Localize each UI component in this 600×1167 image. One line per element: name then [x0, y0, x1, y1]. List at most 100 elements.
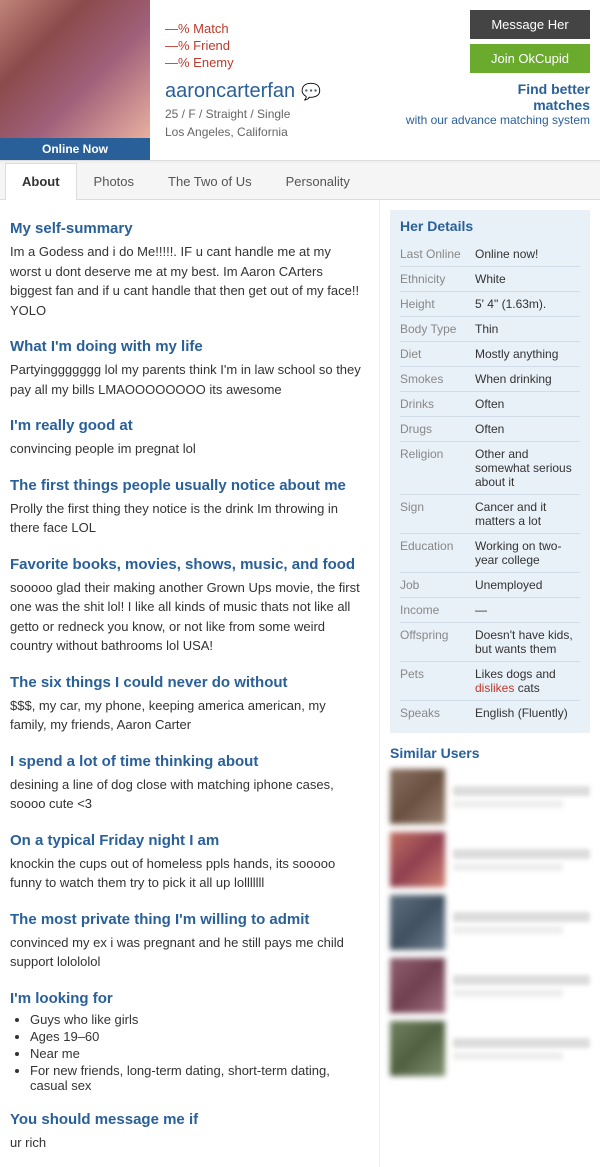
similar-user-info [453, 975, 590, 997]
detail-label: Speaks [400, 706, 475, 720]
detail-label: Last Online [400, 247, 475, 261]
section-friday-title: On a typical Friday night I am [10, 832, 364, 849]
detail-value: — [475, 603, 580, 617]
list-item: Ages 19–60 [30, 1029, 364, 1044]
looking-for-list: Guys who like girls Ages 19–60 Near me F… [10, 1012, 364, 1093]
similar-user-detail [453, 800, 563, 808]
detail-row-job: Job Unemployed [400, 573, 580, 598]
section-good-at-title: I'm really good at [10, 417, 364, 434]
similar-user-item[interactable] [390, 895, 590, 950]
username: aaroncarterfan [165, 80, 295, 103]
dislikes-text: dislikes [475, 681, 514, 695]
similar-user-detail [453, 989, 563, 997]
section-good-at-body: convincing people im pregnat lol [10, 439, 364, 459]
section-private-body: convinced my ex i was pregnant and he st… [10, 933, 364, 972]
detail-label: Job [400, 578, 475, 592]
right-column: Her Details Last Online Online now! Ethn… [380, 200, 600, 1167]
detail-value: Other and somewhat serious about it [475, 447, 580, 489]
find-better-title: Find better matches [406, 81, 590, 113]
friend-percent: —% Friend [165, 38, 381, 53]
age-gender-orientation: 25 / F / Straight / Single [165, 107, 381, 121]
detail-row-drugs: Drugs Often [400, 417, 580, 442]
find-better-detail: with our advance matching system [406, 113, 590, 127]
detail-label: Pets [400, 667, 475, 695]
section-message-if-body: ur rich [10, 1133, 364, 1153]
section-self-summary-title: My self-summary [10, 220, 364, 237]
detail-value: 5' 4" (1.63m). [475, 297, 580, 311]
detail-label: Drinks [400, 397, 475, 411]
detail-label: Religion [400, 447, 475, 489]
detail-label: Income [400, 603, 475, 617]
detail-row-speaks: Speaks English (Fluently) [400, 701, 580, 725]
tab-bar: About Photos The Two of Us Personality [0, 163, 600, 200]
detail-label: Ethnicity [400, 272, 475, 286]
detail-row-sign: Sign Cancer and it matters a lot [400, 495, 580, 534]
similar-user-name [453, 912, 590, 922]
join-button[interactable]: Join OkCupid [470, 44, 590, 73]
detail-value: When drinking [475, 372, 580, 386]
tab-personality[interactable]: Personality [269, 163, 367, 199]
similar-user-name [453, 849, 590, 859]
detail-row-income: Income — [400, 598, 580, 623]
section-favorites-title: Favorite books, movies, shows, music, an… [10, 556, 364, 573]
detail-label: Height [400, 297, 475, 311]
her-details-panel: Her Details Last Online Online now! Ethn… [390, 210, 590, 733]
similar-user-detail [453, 1052, 563, 1060]
similar-user-info [453, 786, 590, 808]
similar-user-item[interactable] [390, 769, 590, 824]
section-looking-for-title: I'm looking for [10, 990, 364, 1007]
profile-photo-container: Online Now [0, 0, 150, 160]
detail-value: White [475, 272, 580, 286]
her-details-title: Her Details [400, 218, 580, 234]
list-item: Near me [30, 1046, 364, 1061]
similar-users-title: Similar Users [390, 745, 590, 761]
similar-user-thumb [390, 769, 445, 824]
similar-user-info [453, 849, 590, 871]
section-self-summary-body: Im a Godess and i do Me!!!!!. IF u cant … [10, 242, 364, 320]
similar-user-name [453, 786, 590, 796]
detail-value: Online now! [475, 247, 580, 261]
detail-row-education: Education Working on two-year college [400, 534, 580, 573]
section-notice-title: The first things people usually notice a… [10, 477, 364, 494]
similar-user-detail [453, 863, 563, 871]
detail-value: Mostly anything [475, 347, 580, 361]
detail-value: Working on two-year college [475, 539, 580, 567]
similar-user-item[interactable] [390, 832, 590, 887]
detail-label: Education [400, 539, 475, 567]
detail-row-diet: Diet Mostly anything [400, 342, 580, 367]
enemy-percent: —% Enemy [165, 55, 381, 70]
section-notice-body: Prolly the first thing they notice is th… [10, 499, 364, 538]
tab-photos[interactable]: Photos [77, 163, 151, 199]
detail-value: English (Fluently) [475, 706, 580, 720]
detail-value: Often [475, 422, 580, 436]
similar-user-item[interactable] [390, 958, 590, 1013]
detail-label: Diet [400, 347, 475, 361]
similar-user-info [453, 1038, 590, 1060]
section-friday-body: knockin the cups out of homeless ppls ha… [10, 854, 364, 893]
detail-row-religion: Religion Other and somewhat serious abou… [400, 442, 580, 495]
detail-value: Thin [475, 322, 580, 336]
chat-icon: 💬 [301, 82, 321, 102]
profile-image [0, 0, 150, 138]
tab-about[interactable]: About [5, 163, 77, 200]
message-button[interactable]: Message Her [470, 10, 590, 39]
online-badge: Online Now [0, 138, 150, 160]
section-doing-body: Partyinggggggg lol my parents think I'm … [10, 360, 364, 399]
section-thinking-body: desining a line of dog close with matchi… [10, 775, 364, 814]
match-percent: —% Match [165, 21, 381, 36]
detail-row-pets: Pets Likes dogs and dislikes cats [400, 662, 580, 701]
username-row: aaroncarterfan 💬 [165, 80, 381, 103]
detail-value: Often [475, 397, 580, 411]
detail-value: Cancer and it matters a lot [475, 500, 580, 528]
list-item: For new friends, long-term dating, short… [30, 1063, 364, 1093]
similar-user-item[interactable] [390, 1021, 590, 1076]
action-buttons: Message Her Join OkCupid Find better mat… [396, 0, 600, 160]
section-private-title: The most private thing I'm willing to ad… [10, 911, 364, 928]
detail-value: Unemployed [475, 578, 580, 592]
tab-two-of-us[interactable]: The Two of Us [151, 163, 269, 199]
similar-user-info [453, 912, 590, 934]
detail-value: Likes dogs and dislikes cats [475, 667, 580, 695]
detail-value: Doesn't have kids, but wants them [475, 628, 580, 656]
main-content: My self-summary Im a Godess and i do Me!… [0, 200, 600, 1167]
similar-user-thumb [390, 958, 445, 1013]
